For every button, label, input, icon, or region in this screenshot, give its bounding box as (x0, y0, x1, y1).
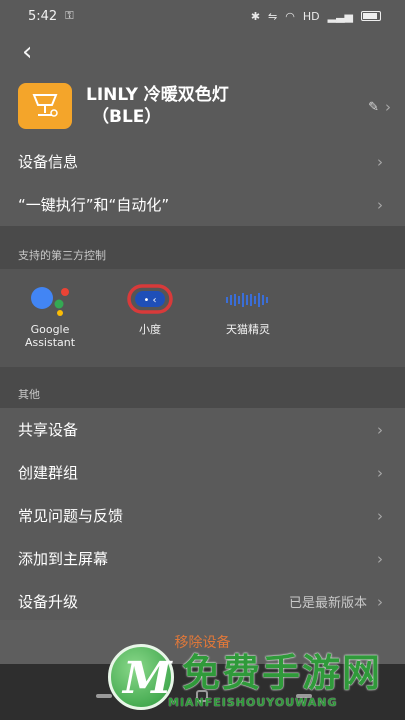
wifi-icon: ◠ (285, 9, 295, 23)
svg-text:• ‹: • ‹ (143, 295, 156, 306)
row-label: 常见问题与反馈 (18, 507, 124, 525)
row-label: 创建群组 (18, 464, 79, 482)
xiaodu-item[interactable]: • ‹ 小度 (114, 281, 186, 336)
pencil-icon: ✎ (368, 99, 379, 115)
device-header: LINLY 冷暖双色灯 （BLE） ✎ › (0, 72, 405, 140)
faq-feedback-row[interactable]: 常见问题与反馈 › (0, 494, 405, 537)
back-arrow-icon[interactable]: ‹ (22, 39, 32, 65)
other-section-title: 其他 (0, 367, 405, 408)
device-name-line1: LINLY 冷暖双色灯 (86, 85, 229, 105)
chevron-right-icon: › (377, 152, 383, 171)
third-party-label: 天猫精灵 (226, 323, 270, 336)
chevron-right-icon: › (377, 463, 383, 482)
battery-icon (361, 11, 381, 21)
remove-device-label: 移除设备 (174, 635, 231, 651)
third-party-list: Google Assistant • ‹ 小度 天猫精灵 (0, 269, 405, 367)
firmware-status: 已是最新版本 (288, 596, 367, 611)
row-label: 设备信息 (18, 153, 79, 171)
system-nav-bar (0, 664, 405, 720)
home-nav-button[interactable] (196, 690, 208, 702)
chevron-right-icon: › (377, 420, 383, 439)
back-nav-button[interactable] (296, 694, 312, 698)
firmware-upgrade-row[interactable]: 设备升级 已是最新版本 › (0, 580, 405, 623)
section-title: 其他 (18, 388, 40, 401)
scenes-automation-row[interactable]: “一键执行”和“自动化” › (0, 183, 405, 226)
row-label: “一键执行”和“自动化” (18, 196, 170, 214)
chevron-right-icon: › (377, 549, 383, 568)
device-name-line2: （BLE） (92, 107, 162, 127)
create-group-row[interactable]: 创建群组 › (0, 451, 405, 494)
google-assistant-icon (26, 281, 74, 317)
rename-button[interactable]: ✎ › (368, 98, 391, 116)
row-label: 共享设备 (18, 421, 79, 439)
xiaodu-icon: • ‹ (126, 281, 174, 317)
lamp-device-icon (18, 83, 72, 129)
row-label: 设备升级 (18, 593, 79, 611)
status-time: 5:42 (28, 8, 58, 24)
network-type: HD (302, 9, 320, 23)
menu-nav-button[interactable] (96, 694, 112, 698)
key-icon: ⚿ (65, 9, 74, 22)
remove-device-button[interactable]: 移除设备 (0, 620, 405, 664)
device-name: LINLY 冷暖双色灯 （BLE） (86, 84, 229, 128)
third-party-label: 小度 (139, 323, 161, 336)
google-assistant-item[interactable]: Google Assistant (14, 281, 86, 349)
add-to-home-screen-row[interactable]: 添加到主屏幕 › (0, 537, 405, 580)
chevron-right-icon: › (377, 195, 383, 214)
tmall-genie-icon (222, 281, 274, 317)
signal-icon: ▂▃▅ (327, 9, 353, 23)
row-label: 添加到主屏幕 (18, 550, 109, 568)
top-bar: ‹ (0, 32, 405, 72)
chevron-right-icon: › (377, 592, 383, 611)
section-title: 支持的第三方控制 (18, 249, 106, 262)
device-info-row[interactable]: 设备信息 › (0, 140, 405, 183)
third-party-label: Google Assistant (24, 323, 76, 349)
chevron-right-icon: › (377, 506, 383, 525)
chevron-right-icon: › (385, 98, 391, 116)
third-party-section-title: 支持的第三方控制 (0, 226, 405, 269)
vibrate-icon: ⇋ (268, 9, 278, 23)
tmall-genie-item[interactable]: 天猫精灵 (212, 281, 284, 336)
status-bar: 5:42 ⚿ ✱ ⇋ ◠ HD ▂▃▅ (0, 0, 405, 32)
share-device-row[interactable]: 共享设备 › (0, 408, 405, 451)
bluetooth-icon: ✱ (250, 9, 261, 23)
